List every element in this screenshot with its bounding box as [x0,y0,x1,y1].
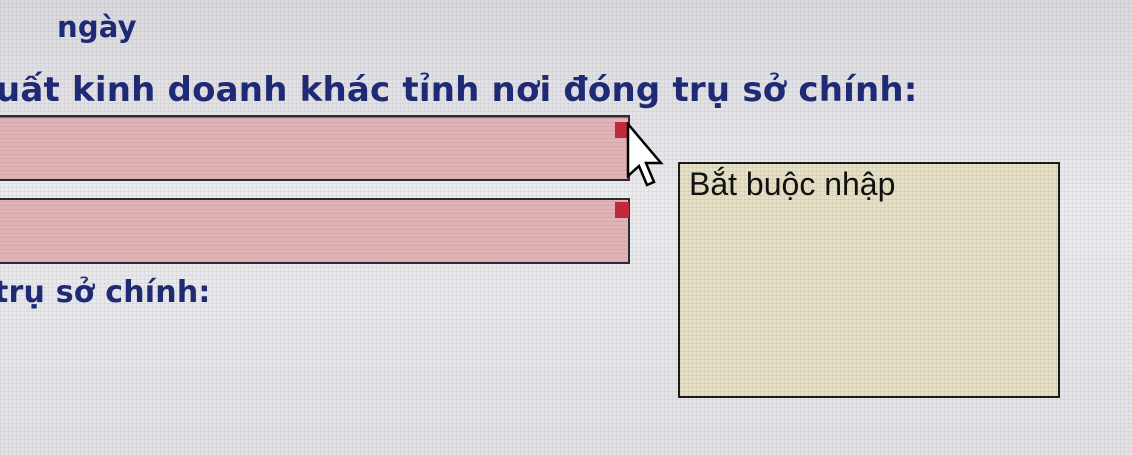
date-label: ngày [57,10,137,44]
required-field-tooltip: Bắt buộc nhập [678,162,1060,398]
required-marker-icon [615,202,629,218]
tooltip-text: Bắt buộc nhập [689,166,896,202]
business-location-field-1[interactable] [0,115,630,181]
other-province-business-label: uất kinh doanh khác tỉnh nơi đóng trụ sở… [0,70,918,110]
main-office-label: trụ sở chính: [0,275,211,310]
mouse-pointer-arrow-icon [626,122,664,187]
business-location-field-2[interactable] [0,198,630,264]
